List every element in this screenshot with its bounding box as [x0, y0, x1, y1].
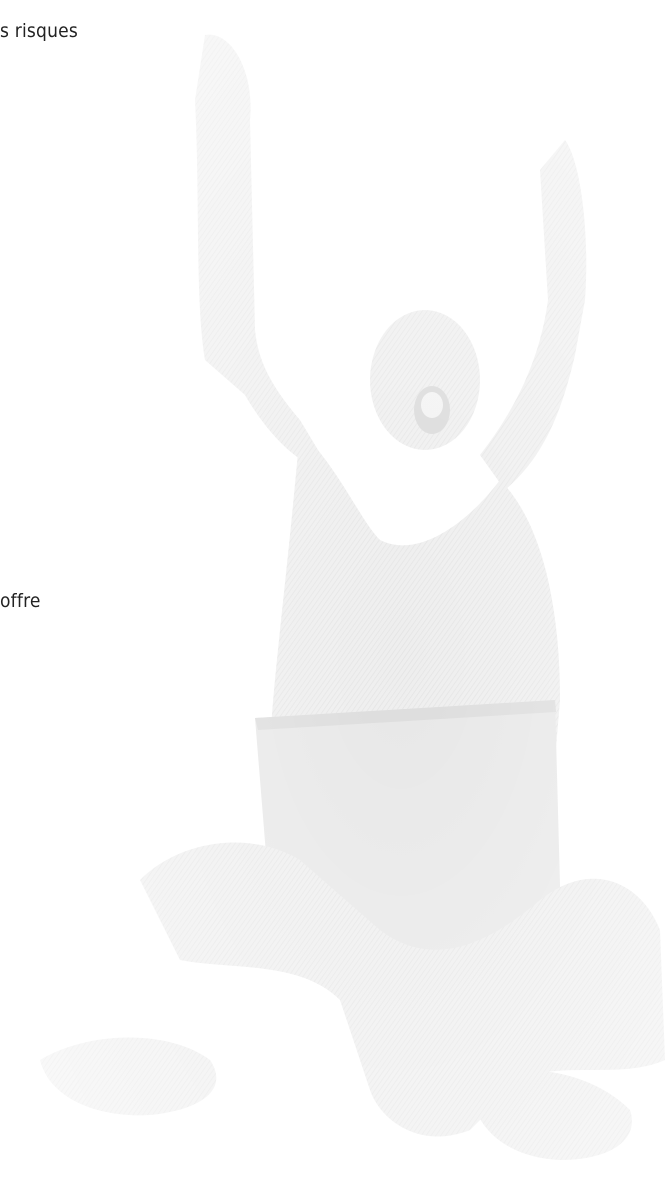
text-line-middle: offre [0, 590, 41, 612]
page: s risques offre [0, 0, 669, 1191]
celebrating-person-illustration [0, 0, 669, 1191]
text-line-top: s risques [0, 20, 78, 42]
